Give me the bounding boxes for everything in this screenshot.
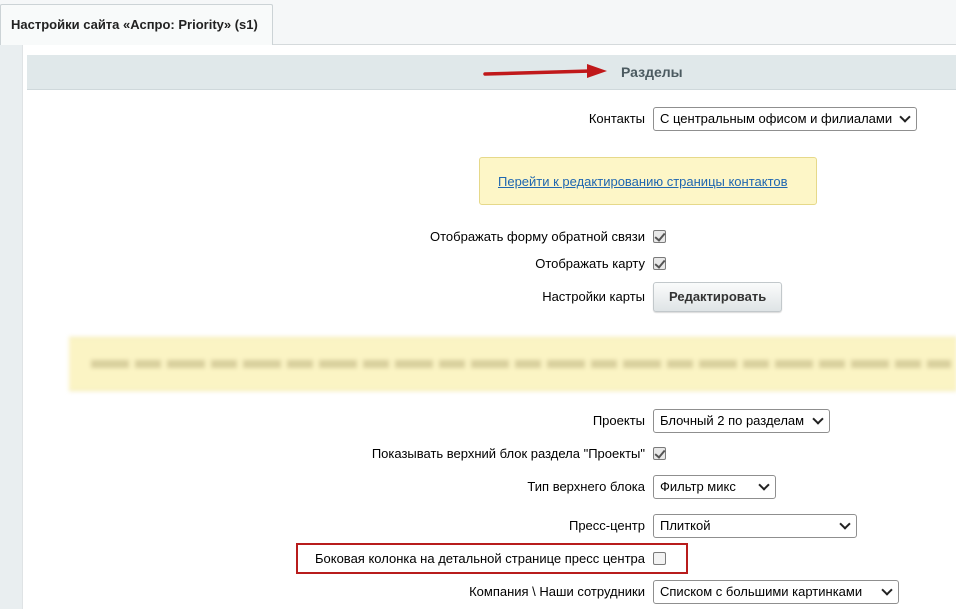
company-row: Компания \ Наши сотрудники Списком с бол…: [23, 578, 956, 606]
projects-select[interactable]: Блочный 2 по разделам: [653, 409, 830, 433]
chevron-down-icon: [812, 413, 824, 425]
projects-top-label: Показывать верхний блок раздела "Проекты…: [371, 446, 645, 461]
map-settings-row: Настройки карты Редактировать: [23, 282, 956, 312]
show-map-label: Отображать карту: [535, 256, 645, 271]
edit-contacts-link[interactable]: Перейти к редактированию страницы контак…: [498, 158, 788, 206]
blurred-map-notice: [69, 337, 956, 391]
tab-site-settings[interactable]: Настройки сайта «Аспро: Priority» (s1): [0, 4, 273, 45]
section-title: Разделы: [621, 64, 683, 80]
contacts-notice: Перейти к редактированию страницы контак…: [479, 157, 817, 205]
company-select[interactable]: Списком с большими картинками: [653, 580, 899, 604]
show-map-checkbox[interactable]: [653, 257, 666, 270]
chevron-down-icon: [758, 479, 770, 491]
top-block-type-select[interactable]: Фильтр микс: [653, 475, 776, 499]
tab-bar: Настройки сайта «Аспро: Priority» (s1): [0, 0, 956, 45]
projects-top-checkbox[interactable]: [653, 447, 666, 460]
top-block-type-label: Тип верхнего блока: [527, 479, 645, 494]
chevron-down-icon: [881, 584, 893, 596]
edit-map-button[interactable]: Редактировать: [653, 282, 783, 312]
red-arrow-icon: [483, 64, 607, 78]
chevron-down-icon: [839, 518, 851, 530]
map-settings-label: Настройки карты: [542, 289, 645, 304]
red-highlight-box: [296, 543, 688, 574]
press-label: Пресс-центр: [568, 518, 645, 533]
projects-label: Проекты: [592, 413, 645, 428]
press-select[interactable]: Плиткой: [653, 514, 857, 538]
section-header: Разделы: [27, 55, 956, 90]
contacts-label: Контакты: [588, 111, 645, 126]
top-block-type-row: Тип верхнего блока Фильтр микс: [23, 473, 956, 501]
company-label: Компания \ Наши сотрудники: [469, 584, 645, 599]
contacts-select[interactable]: С центральным офисом и филиалами: [653, 107, 917, 131]
show-map-row: Отображать карту: [23, 250, 956, 278]
feedback-form-row: Отображать форму обратной связи: [23, 223, 956, 251]
projects-row: Проекты Блочный 2 по разделам: [23, 407, 956, 435]
press-row: Пресс-центр Плиткой: [23, 512, 956, 540]
settings-panel: Разделы Контакты С центральным офисом и …: [22, 45, 956, 609]
feedback-form-label: Отображать форму обратной связи: [430, 229, 645, 244]
feedback-form-checkbox[interactable]: [653, 230, 666, 243]
projects-top-row: Показывать верхний блок раздела "Проекты…: [23, 440, 956, 468]
contacts-row: Контакты С центральным офисом и филиалам…: [23, 105, 956, 133]
chevron-down-icon: [899, 111, 911, 123]
